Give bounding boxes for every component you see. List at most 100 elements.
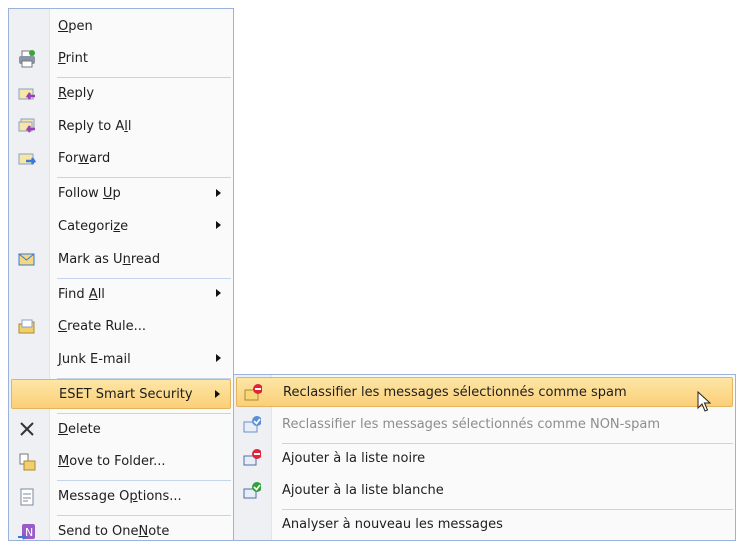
label-text: For	[58, 151, 79, 167]
label-text: Analyser à nouveau les messages	[282, 516, 503, 532]
submenu-arrow-icon	[216, 188, 221, 197]
menu-item-mark-as-unread[interactable]: Mark as Unread	[11, 244, 231, 274]
label-text: ote	[148, 524, 170, 540]
eset-submenu: Reclassifier les messages sélectionnés c…	[233, 374, 736, 541]
accelerator-key: w	[78, 151, 89, 167]
menu-item-forward[interactable]: Forward	[11, 144, 231, 174]
menu-item-label: Print	[58, 51, 88, 66]
accelerator-key: A	[88, 286, 98, 302]
label-text: reate Rule...	[67, 319, 147, 335]
menu-item-send-to-onenote[interactable]: N Send to OneNote	[11, 517, 231, 547]
menu-item-label: Delete	[58, 422, 101, 437]
menu-item-junk-email[interactable]: Junk E-mail	[11, 344, 231, 374]
menu-item-label: Forward	[58, 151, 110, 166]
label-text: elete	[68, 421, 101, 437]
menu-item-reclassify-spam[interactable]: Reclassifier les messages sélectionnés c…	[236, 377, 733, 407]
accelerator-key: M	[58, 454, 70, 470]
menu-item-reclassify-non-spam: Reclassifier les messages sélectionnés c…	[236, 410, 733, 440]
forward-icon	[18, 150, 36, 168]
menu-item-label: Find All	[58, 287, 105, 302]
label-text: pen	[68, 18, 93, 34]
menu-item-label: Analyser à nouveau les messages	[282, 517, 503, 532]
accelerator-key: O	[58, 18, 69, 34]
label-text: l	[127, 118, 132, 134]
spam-envelope-icon	[244, 384, 262, 402]
menu-item-create-rule[interactable]: Create Rule...	[11, 312, 231, 342]
label-text: p	[112, 186, 121, 202]
menu-item-message-options[interactable]: Message Options...	[11, 482, 231, 512]
mark-unread-icon	[18, 250, 36, 268]
submenu-arrow-icon	[215, 390, 220, 399]
label-text: read	[130, 251, 161, 267]
menu-item-label: Message Options...	[58, 489, 182, 504]
submenu-arrow-icon	[216, 221, 221, 230]
submenu-arrow-icon	[216, 354, 221, 363]
accelerator-key: p	[129, 489, 138, 505]
label-text: ard	[88, 151, 111, 167]
menu-item-rescan-messages[interactable]: Analyser à nouveau les messages	[236, 509, 733, 539]
menu-item-delete[interactable]: Delete	[11, 414, 231, 444]
reply-icon	[18, 85, 36, 103]
menu-item-find-all[interactable]: Find All	[11, 279, 231, 309]
non-spam-envelope-icon	[243, 415, 261, 434]
label-text: unk E-mail	[61, 351, 131, 367]
menu-item-label: Reclassifier les messages sélectionnés c…	[283, 385, 627, 400]
printer-icon	[18, 49, 36, 68]
accelerator-key: n	[122, 251, 131, 267]
menu-item-add-blacklist[interactable]: Ajouter à la liste noire	[236, 443, 733, 473]
accelerator-key: D	[58, 421, 69, 437]
menu-item-print[interactable]: Print	[11, 44, 231, 74]
move-folder-icon	[18, 453, 36, 471]
menu-item-label: Ajouter à la liste blanche	[282, 483, 444, 498]
menu-item-label: ESET Smart Security	[59, 387, 193, 402]
label-text: Ajouter à la liste noire	[282, 450, 426, 466]
label-text: Message O	[58, 489, 130, 505]
label-text: Mark as U	[58, 251, 123, 267]
accelerator-key: N	[138, 524, 149, 540]
label-text: Reclassifier les messages sélectionnés c…	[282, 417, 660, 433]
menu-item-label: Follow Up	[58, 186, 121, 201]
menu-item-label: Ajouter à la liste noire	[282, 451, 425, 466]
accelerator-key: P	[58, 51, 66, 67]
menu-item-label: Send to OneNote	[58, 524, 169, 539]
label-text: Follow	[58, 186, 103, 202]
menu-item-reply[interactable]: Reply	[11, 79, 231, 109]
menu-item-label: Reply to All	[58, 119, 131, 134]
menu-item-label: Create Rule...	[58, 319, 146, 334]
label-text: Reclassifier les messages sélectionnés c…	[283, 384, 627, 400]
menu-item-add-whitelist[interactable]: Ajouter à la liste blanche	[236, 476, 733, 506]
create-rule-icon	[18, 318, 36, 336]
mouse-cursor-icon	[697, 391, 711, 412]
label-text: Ajouter à la liste blanche	[282, 483, 444, 499]
blacklist-icon	[243, 449, 261, 467]
menu-item-reply-to-all[interactable]: Reply to All	[11, 111, 231, 141]
label-text: Send to One	[58, 524, 139, 540]
menu-item-open[interactable]: Open	[11, 11, 231, 41]
label-text: Categori	[58, 218, 114, 234]
onenote-icon: N	[18, 523, 36, 541]
label-text: ll	[97, 286, 105, 302]
menu-item-label: Move to Folder...	[58, 454, 166, 469]
menu-item-label: Junk E-mail	[58, 352, 131, 367]
reply-all-icon	[18, 117, 36, 135]
submenu-arrow-icon	[216, 289, 221, 297]
context-menu: Open Print Reply Reply to All Forward Follow …	[8, 8, 234, 541]
message-options-icon	[18, 488, 36, 506]
label-text: Find	[58, 286, 89, 302]
menu-item-categorize[interactable]: Categorize	[11, 211, 231, 241]
accelerator-key: U	[102, 186, 113, 202]
label-text: Reply to A	[58, 118, 125, 134]
label-text: tions...	[137, 489, 182, 505]
delete-icon	[18, 420, 36, 438]
whitelist-icon	[243, 481, 261, 500]
label-text: rint	[65, 51, 88, 67]
label-text: ove to Folder...	[69, 454, 166, 470]
label-text: ESET Smart Security	[59, 386, 193, 402]
menu-item-label: Open	[58, 19, 93, 34]
menu-item-eset-smart-security[interactable]: ESET Smart Security	[11, 379, 231, 410]
label-text: eply	[66, 86, 95, 102]
menu-item-follow-up[interactable]: Follow Up	[11, 179, 231, 209]
menu-item-move-to-folder[interactable]: Move to Folder...	[11, 447, 231, 477]
label-text: e	[120, 218, 129, 234]
menu-item-label: Reclassifier les messages sélectionnés c…	[282, 417, 660, 432]
